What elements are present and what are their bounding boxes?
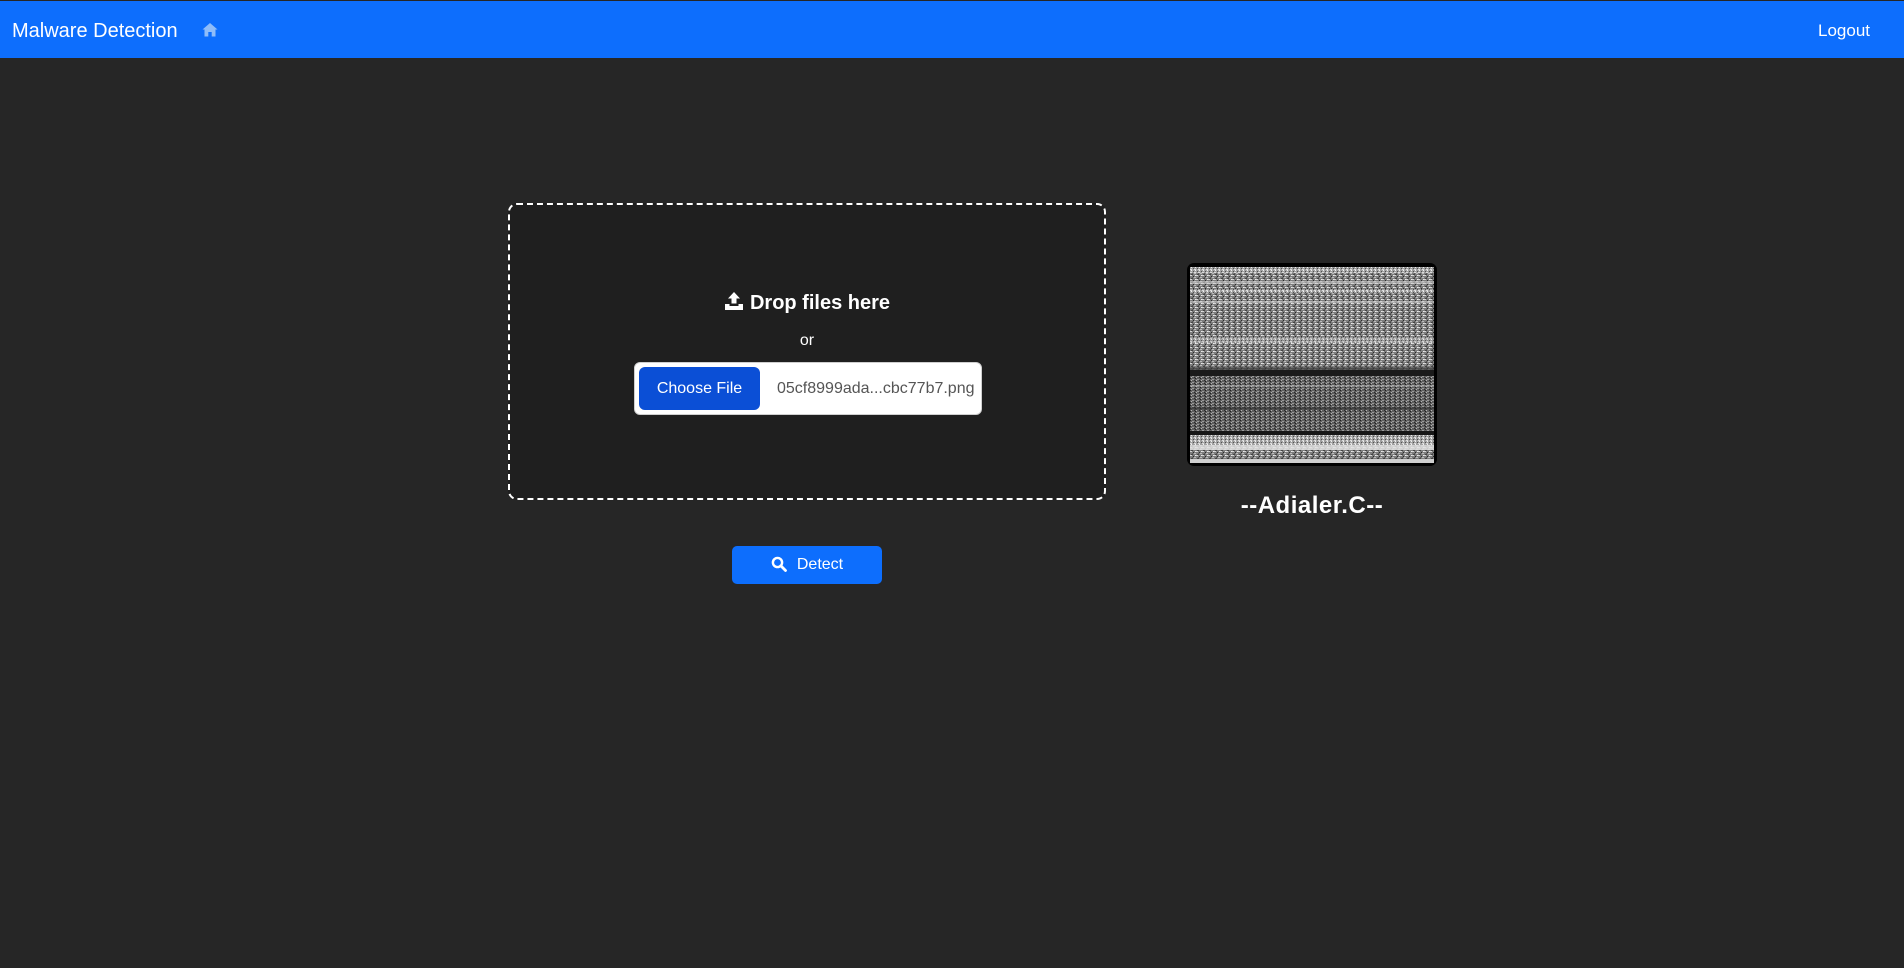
detection-result-label: --Adialer.C-- (1240, 492, 1384, 519)
malware-grayscale-image (1190, 267, 1434, 463)
or-separator: or (799, 332, 815, 349)
file-input[interactable]: Choose File 05cf8999ada...cbc77b7.png (634, 362, 982, 415)
upload-icon (724, 292, 743, 310)
search-icon (771, 556, 787, 572)
top-navbar: Malware Detection Logout (0, 1, 1904, 58)
detect-button[interactable]: Detect (732, 546, 882, 584)
malware-image-preview (1187, 263, 1437, 466)
logout-link[interactable]: Logout (1818, 21, 1870, 41)
choose-file-button[interactable]: Choose File (639, 367, 760, 410)
drop-files-heading: Drop files here (510, 291, 1104, 315)
file-drop-zone[interactable]: Drop files here or Choose File 05cf8999a… (508, 203, 1106, 500)
drop-files-text: Drop files here (749, 292, 891, 314)
detect-label: Detect (796, 556, 844, 573)
home-icon[interactable] (201, 21, 219, 39)
brand-title[interactable]: Malware Detection (12, 19, 178, 43)
selected-file-name: 05cf8999ada...cbc77b7.png (777, 380, 975, 397)
